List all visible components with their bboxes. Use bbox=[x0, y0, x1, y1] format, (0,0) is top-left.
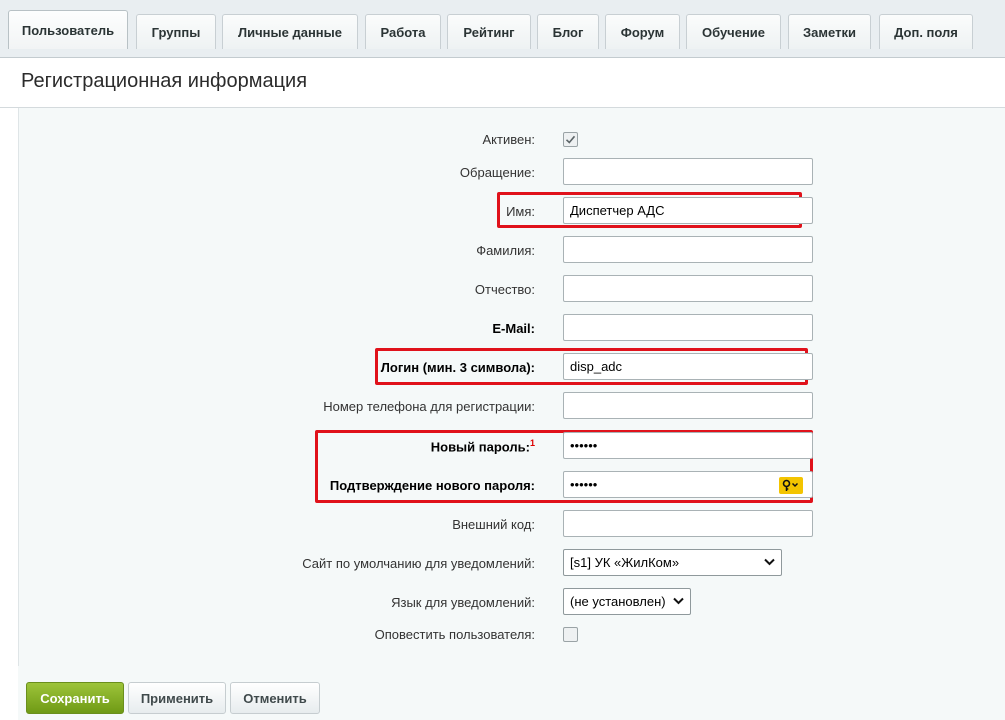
chevron-down-icon bbox=[673, 594, 684, 608]
login-label: Логин (мин. 3 символа): bbox=[380, 360, 535, 375]
default-site-label: Сайт по умолчанию для уведомлений: bbox=[302, 556, 535, 571]
confirm-password-input[interactable]: •••••• bbox=[563, 471, 813, 498]
chevron-down-icon bbox=[764, 555, 775, 569]
new-password-input[interactable]: •••••• bbox=[563, 432, 813, 459]
login-input[interactable]: disp_adc bbox=[563, 353, 813, 380]
language-value: (не установлен) bbox=[570, 594, 666, 609]
notify-user-label: Оповестить пользователя: bbox=[374, 627, 535, 642]
tab-rating[interactable]: Рейтинг bbox=[447, 14, 531, 49]
name-input[interactable]: Диспетчер АДС bbox=[563, 197, 813, 224]
default-site-value: [s1] УК «ЖилКом» bbox=[570, 555, 680, 570]
active-checkbox[interactable] bbox=[563, 132, 578, 147]
checkmark-icon bbox=[565, 135, 576, 144]
footnote-marker: 1 bbox=[529, 438, 535, 448]
external-code-input[interactable] bbox=[563, 510, 813, 537]
tab-groups[interactable]: Группы bbox=[136, 14, 216, 49]
language-select[interactable]: (не установлен) bbox=[563, 588, 691, 615]
external-code-label: Внешний код: bbox=[452, 517, 535, 532]
registration-form: Активен: Обращение: Имя: Диспетчер АДС Ф… bbox=[18, 108, 1005, 666]
tab-notes[interactable]: Заметки bbox=[788, 14, 871, 49]
confirm-password-value: •••••• bbox=[570, 477, 598, 492]
email-label: E-Mail: bbox=[492, 321, 535, 336]
form-footer: Сохранить Применить Отменить bbox=[18, 666, 1005, 720]
salutation-input[interactable] bbox=[563, 158, 813, 185]
confirm-password-label: Подтверждение нового пароля: bbox=[329, 478, 535, 493]
tab-extra-fields[interactable]: Доп. поля bbox=[879, 14, 973, 49]
tab-blog[interactable]: Блог bbox=[537, 14, 599, 49]
password-key-icon[interactable] bbox=[779, 477, 803, 494]
second-name-input[interactable] bbox=[563, 275, 813, 302]
notify-user-checkbox[interactable] bbox=[563, 627, 578, 642]
last-name-input[interactable] bbox=[563, 236, 813, 263]
language-label: Язык для уведомлений: bbox=[391, 595, 535, 610]
section-title: Регистрационная информация bbox=[0, 58, 1005, 108]
save-button[interactable]: Сохранить bbox=[26, 682, 124, 714]
apply-button[interactable]: Применить bbox=[128, 682, 226, 714]
new-password-label: Новый пароль:1 bbox=[431, 438, 535, 454]
active-label: Активен: bbox=[482, 132, 535, 147]
default-site-select[interactable]: [s1] УК «ЖилКом» bbox=[563, 549, 782, 576]
new-password-label-text: Новый пароль: bbox=[430, 439, 530, 455]
tab-personal-data[interactable]: Личные данные bbox=[222, 14, 358, 49]
tab-forum[interactable]: Форум bbox=[605, 14, 680, 49]
second-name-label: Отчество: bbox=[474, 282, 535, 297]
phone-input[interactable] bbox=[563, 392, 813, 419]
name-label: Имя: bbox=[506, 204, 535, 219]
tab-bar: Пользователь Группы Личные данные Работа… bbox=[0, 0, 1005, 58]
tab-work[interactable]: Работа bbox=[365, 14, 441, 49]
phone-label: Номер телефона для регистрации: bbox=[323, 399, 535, 414]
key-icon bbox=[782, 479, 799, 491]
tab-learning[interactable]: Обучение bbox=[686, 14, 781, 49]
tab-user[interactable]: Пользователь bbox=[8, 10, 128, 49]
email-input[interactable] bbox=[563, 314, 813, 341]
salutation-label: Обращение: bbox=[459, 165, 535, 180]
cancel-button[interactable]: Отменить bbox=[230, 682, 320, 714]
last-name-label: Фамилия: bbox=[476, 243, 535, 258]
